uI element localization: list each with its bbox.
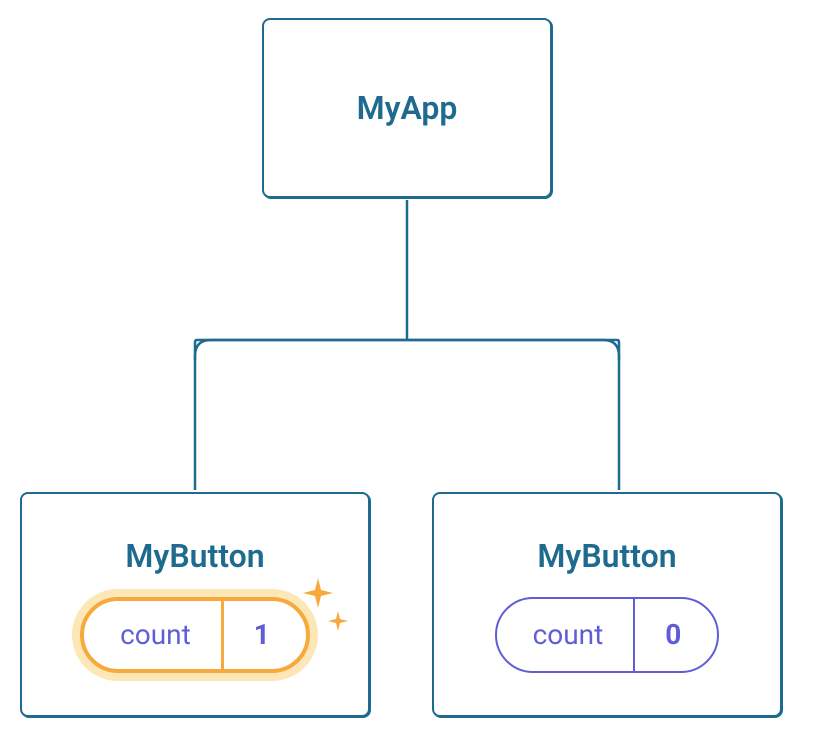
sparkle-icon-small bbox=[326, 609, 350, 633]
child-node-right-label: MyButton bbox=[537, 537, 676, 575]
state-pill-left-label: count bbox=[84, 601, 221, 669]
child-node-right: MyButton count 0 bbox=[432, 492, 782, 717]
state-pill-right-wrapper: count 0 bbox=[495, 597, 720, 673]
sparkle-icon bbox=[300, 575, 360, 647]
state-pill-left-value: 1 bbox=[224, 601, 306, 669]
state-pill-right-value: 0 bbox=[635, 599, 717, 671]
sparkle-icon-large bbox=[300, 575, 336, 611]
state-pill-left-wrapper: count 1 bbox=[80, 597, 310, 673]
state-pill-right-label: count bbox=[497, 599, 634, 671]
state-pill-right: count 0 bbox=[495, 597, 720, 673]
component-tree-diagram: MyApp MyButton count 1 MyButton bbox=[0, 0, 814, 734]
root-node: MyApp bbox=[262, 18, 552, 198]
state-pill-left: count 1 bbox=[80, 597, 310, 673]
root-node-label: MyApp bbox=[357, 89, 458, 127]
child-node-left-label: MyButton bbox=[125, 537, 264, 575]
child-node-left: MyButton count 1 bbox=[20, 492, 370, 717]
